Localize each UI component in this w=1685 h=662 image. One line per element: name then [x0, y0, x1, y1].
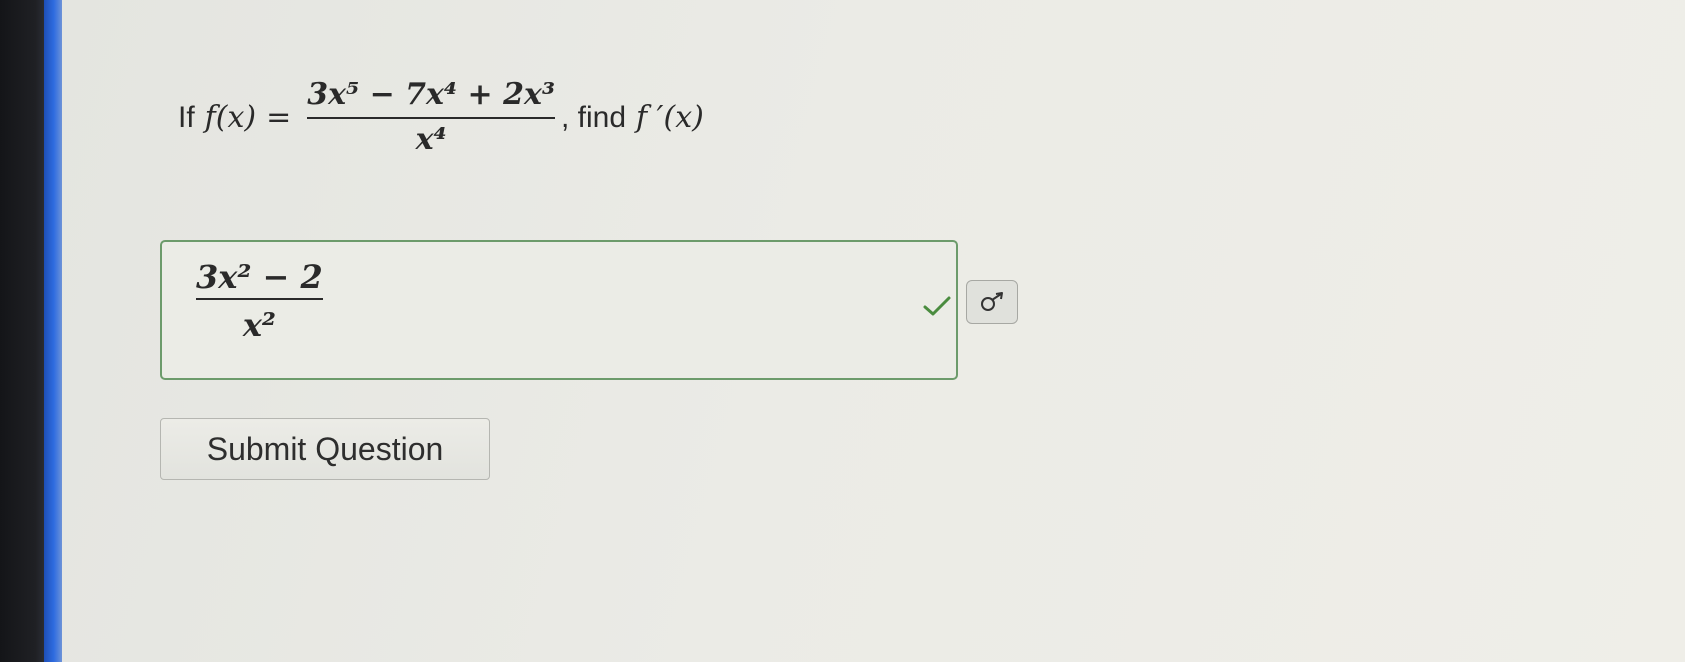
question-target: f ′(x) [636, 100, 704, 135]
question-prefix: If [178, 100, 195, 134]
answer-fraction: 3x² − 2 x² [196, 258, 323, 344]
answer-denominator: x² [242, 306, 276, 344]
question-denominator: x⁴ [415, 121, 447, 157]
submit-question-button[interactable]: Submit Question [160, 418, 490, 480]
fraction-bar [307, 116, 555, 119]
answer-fraction-bar [196, 298, 323, 300]
answer-input[interactable]: 3x² − 2 x² [160, 240, 958, 380]
screen-bezel [0, 0, 44, 662]
equals-sign: = [266, 100, 292, 135]
preview-icon [981, 292, 1003, 311]
check-icon [923, 296, 951, 316]
question-numerator: 3x⁵ − 7x⁴ + 2x³ [307, 77, 555, 112]
function-lhs: f(x) [204, 100, 257, 135]
question-text: If f(x) = 3x⁵ − 7x⁴ + 2x³ x⁴ , find f ′(… [178, 77, 704, 157]
preview-button[interactable] [966, 280, 1018, 324]
question-fraction: 3x⁵ − 7x⁴ + 2x³ x⁴ [307, 77, 555, 157]
window-edge-strip [44, 0, 62, 662]
answer-numerator: 3x² − 2 [196, 258, 323, 296]
question-suffix: , find [561, 100, 627, 134]
